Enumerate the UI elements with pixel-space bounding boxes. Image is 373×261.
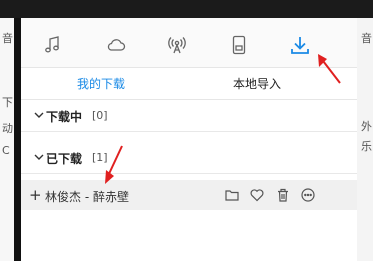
tab-bar: 我的下载 本地导入 — [21, 68, 357, 100]
background-text: 音 — [2, 32, 13, 45]
more-icon[interactable] — [300, 187, 316, 203]
folder-icon[interactable] — [224, 187, 240, 203]
trash-icon[interactable] — [275, 187, 291, 203]
add-icon[interactable]: + — [29, 186, 42, 204]
music-note-icon[interactable] — [42, 34, 64, 56]
section-count: [0] — [92, 109, 108, 122]
background-text: 外 — [361, 120, 372, 133]
section-count: [1] — [92, 151, 108, 164]
radio-icon[interactable] — [166, 34, 188, 56]
chevron-down-icon — [34, 154, 44, 160]
chevron-down-icon — [34, 112, 44, 118]
background-text: 动 — [2, 122, 13, 135]
background-left-area — [0, 18, 14, 261]
section-downloading[interactable]: 下载中 [0] — [21, 100, 357, 132]
heart-icon[interactable] — [249, 187, 265, 203]
tab-my-downloads[interactable]: 我的下载 — [41, 68, 161, 100]
track-title: 林俊杰 - 醉赤壁 — [45, 190, 129, 204]
background-text: 音 — [361, 32, 372, 45]
track-row[interactable]: + 林俊杰 - 醉赤壁 — [21, 180, 357, 210]
background-text: 乐 — [361, 140, 372, 153]
download-panel: 我的下载 本地导入 下载中 [0] 已下载 [1] + 林俊杰 - 醉赤壁 — [21, 18, 357, 261]
nav-bar — [21, 18, 357, 68]
background-top-bar — [0, 0, 373, 18]
section-downloaded[interactable]: 已下载 [1] — [21, 142, 357, 174]
panel-left-border — [14, 18, 21, 261]
tab-local-import[interactable]: 本地导入 — [197, 68, 317, 100]
section-title: 已下载 — [46, 152, 83, 166]
device-icon[interactable] — [228, 34, 250, 56]
section-title: 下载中 — [46, 110, 83, 124]
cloud-icon[interactable] — [105, 34, 127, 56]
download-icon[interactable] — [289, 34, 311, 56]
background-text: C — [2, 144, 10, 157]
screenshot-stage: 音 下 动 C 音 外 乐 我的下载 本地导入 下载中 [0] 已下载 [1] … — [0, 0, 373, 261]
background-text: 下 — [2, 96, 13, 109]
